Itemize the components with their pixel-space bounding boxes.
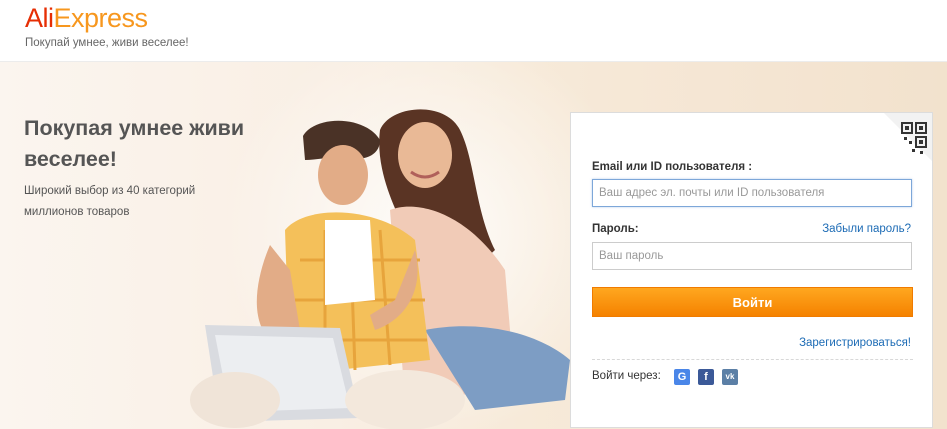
- password-label: Пароль:: [592, 223, 639, 235]
- logo-ali: Ali: [25, 3, 54, 33]
- qr-code-icon[interactable]: [884, 113, 932, 161]
- logo-express: Express: [53, 3, 149, 33]
- login-button[interactable]: Войти: [592, 287, 913, 317]
- aliexpress-logo[interactable]: AliExpress: [25, 1, 148, 35]
- social-login-label: Войти через:: [592, 370, 661, 382]
- login-form: Email или ID пользователя : Пароль: Забы…: [570, 112, 933, 428]
- header-tagline: Покупай умнее, живи веселее!: [25, 37, 189, 49]
- email-label: Email или ID пользователя :: [592, 161, 753, 173]
- couple-with-laptop-illustration: [190, 109, 570, 429]
- google-icon[interactable]: G: [674, 369, 690, 385]
- email-input[interactable]: [592, 179, 912, 207]
- vk-icon[interactable]: vk: [722, 369, 738, 385]
- forgot-password-link[interactable]: Забыли пароль?: [822, 223, 911, 235]
- register-link[interactable]: Зарегистрироваться!: [799, 337, 911, 349]
- site-header: AliExpress Покупай умнее, живи веселее!: [0, 0, 947, 62]
- facebook-icon[interactable]: f: [698, 369, 714, 385]
- divider: [592, 359, 913, 360]
- password-input[interactable]: [592, 242, 912, 270]
